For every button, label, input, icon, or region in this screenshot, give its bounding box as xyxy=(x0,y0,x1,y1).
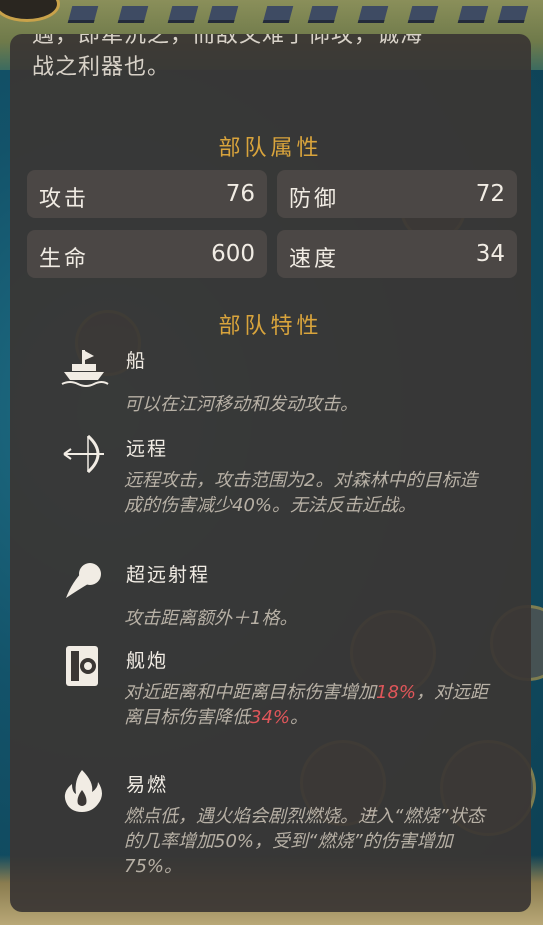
stat-value: 76 xyxy=(225,181,255,207)
stat-defense: 防御 72 xyxy=(277,170,517,218)
stat-label: 防御 xyxy=(289,187,340,212)
trait-name: 舰炮 xyxy=(126,650,169,672)
trait-description: 攻击距离额外＋1格。 xyxy=(124,608,298,629)
unit-traits-title: 部队特性 xyxy=(218,314,323,339)
stat-value: 600 xyxy=(211,241,255,267)
unit-info-panel: 遇，即犁沉之，而敌又难于仰攻，诚海 战之利器也。 部队属性 攻击 76 防御 7… xyxy=(10,34,531,912)
trait-name: 易燃 xyxy=(126,774,169,796)
cannon-icon xyxy=(66,646,98,686)
trait-desc-text: 。 xyxy=(290,707,309,728)
description-line: 遇，即犁沉之，而敌又难于仰攻，诚海 xyxy=(32,34,424,48)
trait-description: 对近距离和中距离目标伤害增加18%，对远距离目标伤害降低34%。 xyxy=(124,680,492,730)
trait-desc-text: 对近距离和中距离目标伤害增加 xyxy=(124,682,376,703)
unit-attributes-title: 部队属性 xyxy=(218,136,323,161)
trait-name: 远程 xyxy=(126,438,169,460)
description-line: 战之利器也。 xyxy=(32,55,171,80)
ship-icon xyxy=(61,350,109,387)
trait-description: 燃点低，遇火焰会剧烈燃烧。进入“燃烧”状态的几率增加50%，受到“燃烧”的伤害增… xyxy=(124,806,485,877)
trait-name: 船 xyxy=(126,350,148,372)
stat-speed: 速度 34 xyxy=(277,230,517,278)
trait-desc-highlight: 18% xyxy=(376,682,417,703)
trait-description: 远程攻击，攻击范围为2。对森林中的目标造成的伤害减少40%。无法反击近战。 xyxy=(124,470,478,516)
trait-desc-highlight: 34% xyxy=(250,707,291,728)
unit-description: 遇，即犁沉之，而敌又难于仰攻，诚海 战之利器也。 xyxy=(32,34,512,112)
trait-description: 可以在江河移动和发动攻击。 xyxy=(124,394,358,415)
stat-attack: 攻击 76 xyxy=(27,170,267,218)
stat-value: 34 xyxy=(475,241,505,267)
stat-value: 72 xyxy=(475,181,505,207)
stat-label: 生命 xyxy=(39,247,90,272)
fire-icon xyxy=(64,770,102,812)
stat-label: 攻击 xyxy=(39,187,90,212)
projectile-icon xyxy=(66,563,101,598)
bow-icon xyxy=(63,434,104,474)
stat-label: 速度 xyxy=(289,247,340,272)
trait-name: 超远射程 xyxy=(126,564,211,586)
stat-health: 生命 600 xyxy=(27,230,267,278)
